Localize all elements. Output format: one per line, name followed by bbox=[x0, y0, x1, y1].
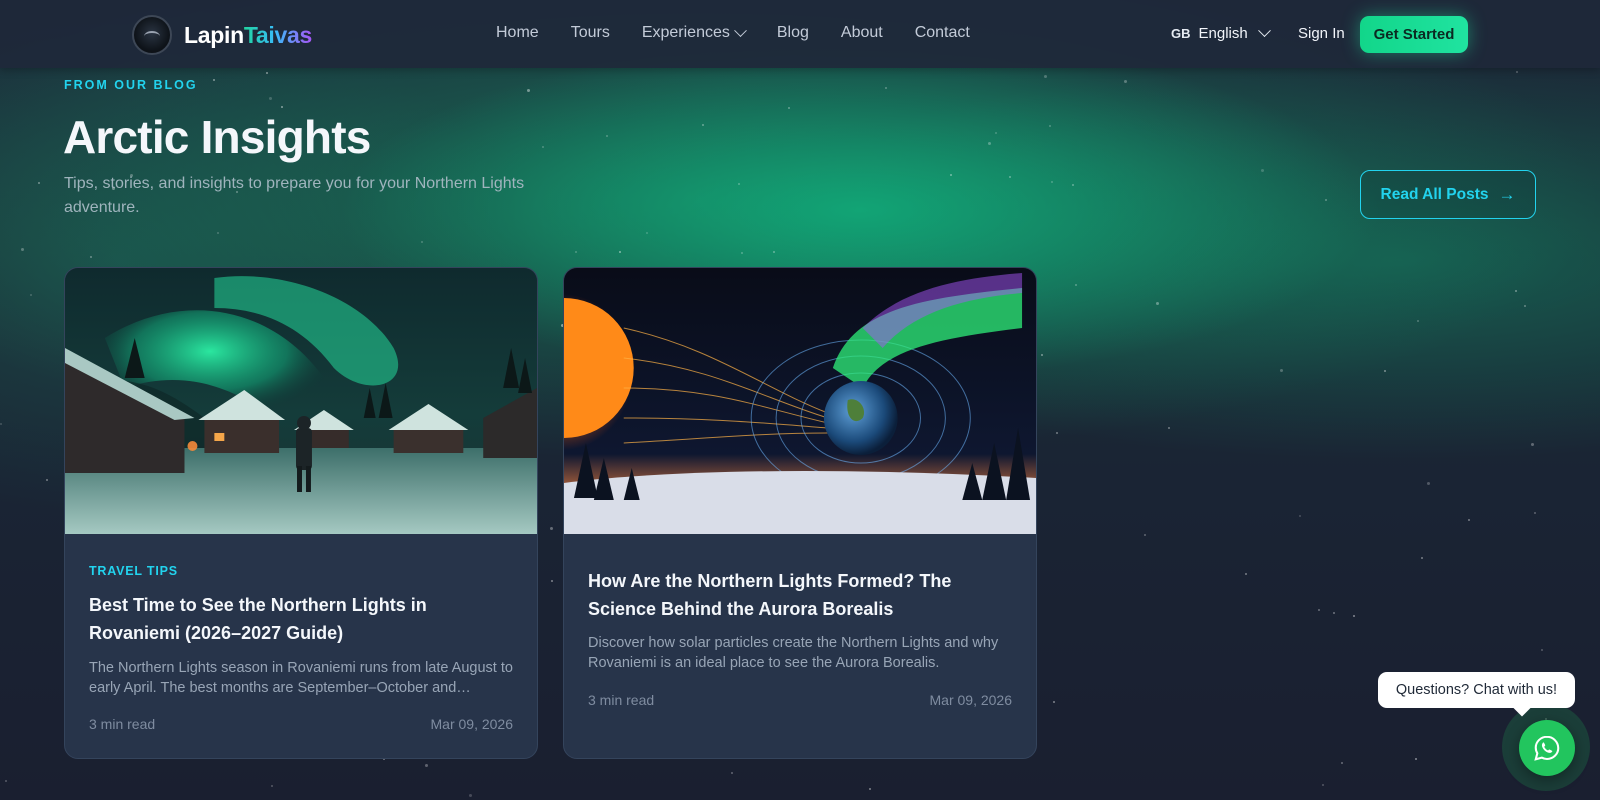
logo-wordmark-part1: Lapin bbox=[184, 21, 244, 48]
chat-prompt-bubble[interactable]: Questions? Chat with us! bbox=[1378, 672, 1575, 708]
whatsapp-icon bbox=[1534, 735, 1560, 761]
post-date: Mar 09, 2026 bbox=[929, 692, 1013, 708]
logo-emblem-icon bbox=[132, 15, 172, 55]
nav-home[interactable]: Home bbox=[496, 24, 539, 42]
post-title[interactable]: How Are the Northern Lights Formed? The … bbox=[588, 567, 1016, 623]
post-date: Mar 09, 2026 bbox=[430, 716, 514, 732]
sign-in-link[interactable]: Sign In bbox=[1298, 25, 1345, 42]
whatsapp-chat-button[interactable] bbox=[1519, 720, 1575, 776]
read-all-posts-button[interactable]: Read All Posts → bbox=[1360, 170, 1536, 219]
language-flag-code: GB bbox=[1171, 26, 1191, 41]
section-subtitle: Tips, stories, and insights to prepare y… bbox=[64, 175, 525, 216]
chevron-down-icon bbox=[1257, 24, 1271, 38]
post-excerpt: The Northern Lights season in Rovaniemi … bbox=[89, 660, 513, 696]
post-read-time: 3 min read bbox=[588, 692, 655, 708]
sun-earth-aurora-illustration[interactable] bbox=[564, 268, 1036, 534]
blog-card[interactable]: TRAVEL TIPS Best Time to See the Norther… bbox=[64, 267, 538, 759]
nav-about[interactable]: About bbox=[841, 24, 883, 42]
post-excerpt: Discover how solar particles create the … bbox=[588, 635, 999, 671]
nav-blog[interactable]: Blog bbox=[777, 24, 809, 42]
logo-wordmark: LapinTaivas bbox=[184, 22, 312, 49]
read-all-posts-label: Read All Posts bbox=[1380, 185, 1489, 203]
arrow-right-icon: → bbox=[1498, 184, 1516, 204]
logo-wordmark-part2: Taivas bbox=[243, 21, 312, 48]
language-label: English bbox=[1198, 25, 1248, 42]
blog-card[interactable]: How Are the Northern Lights Formed? The … bbox=[563, 267, 1037, 759]
blog-card-body: How Are the Northern Lights Formed? The … bbox=[564, 534, 1036, 758]
main-menu: Home Tours Experiences Blog About Contac… bbox=[496, 23, 970, 42]
aurora-village-photo[interactable] bbox=[65, 268, 537, 534]
top-navigation: LapinTaivas Home Tours Experiences Blog … bbox=[0, 0, 1600, 68]
post-category: TRAVEL TIPS bbox=[89, 564, 178, 578]
language-selector[interactable]: GB English bbox=[1171, 24, 1271, 42]
nav-tours[interactable]: Tours bbox=[571, 24, 610, 42]
get-started-button[interactable]: Get Started bbox=[1360, 16, 1468, 53]
blog-card-body: TRAVEL TIPS Best Time to See the Norther… bbox=[65, 534, 537, 758]
post-meta: 3 min read Mar 09, 2026 bbox=[588, 692, 1012, 708]
nav-experiences[interactable]: Experiences bbox=[641, 23, 747, 42]
section-title: Arctic Insights bbox=[63, 111, 371, 163]
nav-experiences-label: Experiences bbox=[641, 24, 730, 41]
section-eyebrow: FROM OUR BLOG bbox=[64, 78, 198, 92]
chevron-down-icon bbox=[733, 23, 747, 37]
post-meta: 3 min read Mar 09, 2026 bbox=[89, 716, 513, 732]
nav-contact[interactable]: Contact bbox=[915, 24, 970, 42]
site-logo[interactable]: LapinTaivas bbox=[132, 15, 312, 55]
post-title[interactable]: Best Time to See the Northern Lights in … bbox=[89, 591, 517, 647]
post-read-time: 3 min read bbox=[89, 716, 156, 732]
